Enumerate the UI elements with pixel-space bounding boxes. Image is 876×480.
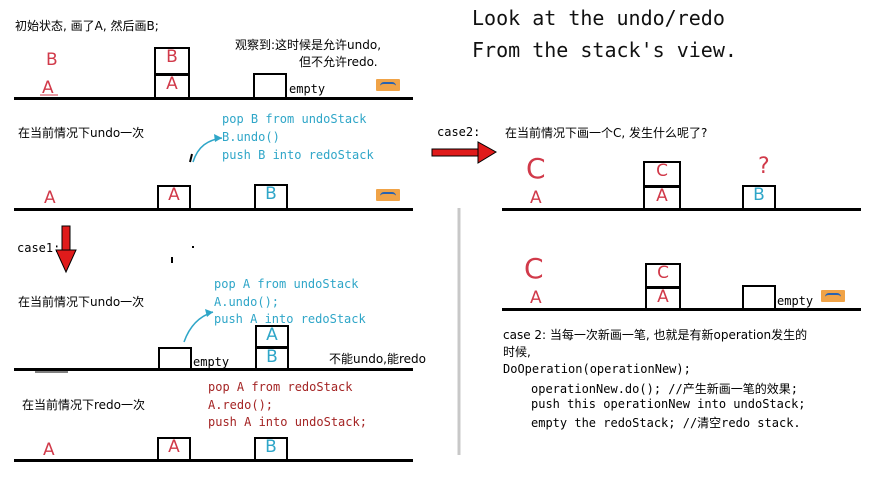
red-down-arrow-head: [55, 249, 77, 274]
blue-curve-arrow: [192, 137, 223, 163]
blue-curve-arrow: [183, 311, 214, 343]
red-right-arrow-shaft: [431, 148, 481, 157]
stray-mark: [192, 246, 194, 248]
red-right-arrow-head: [477, 141, 497, 164]
arrows-layer: [35, 94, 497, 455]
stray-mark: [171, 257, 173, 263]
pen-mark: [189, 153, 193, 163]
red-down-arrow-shaft: [61, 225, 71, 251]
blue-arrow-head: [214, 134, 222, 142]
